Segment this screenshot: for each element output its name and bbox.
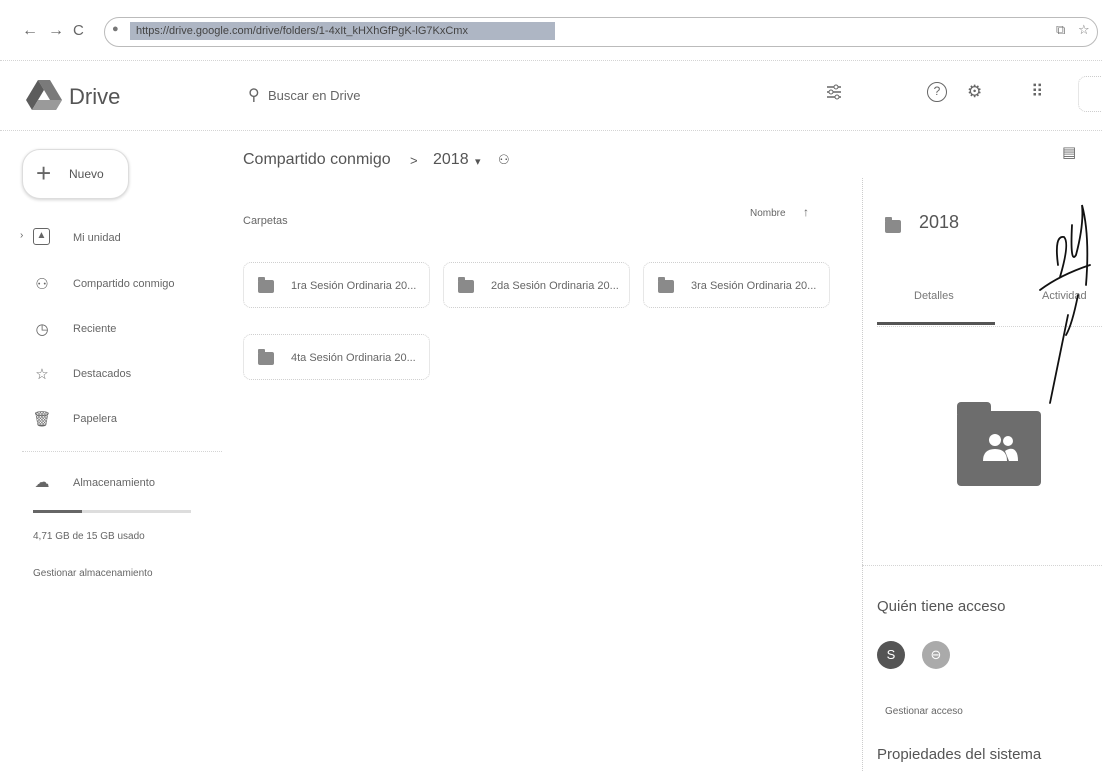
drive-icon: ▲ [33, 228, 50, 245]
panel-folder-icon [885, 217, 901, 233]
folder-icon [658, 277, 674, 293]
handwritten-signature [1039, 204, 1091, 404]
storage-bar-fill [33, 510, 82, 513]
bookmark-star-icon[interactable]: ☆ [1078, 22, 1090, 38]
sidebar-item-shared[interactable]: ⚇ Compartido conmigo [20, 272, 220, 296]
breadcrumb-separator-icon: > [410, 153, 418, 168]
active-tab-indicator [877, 322, 995, 325]
url-text[interactable]: https://drive.google.com/drive/folders/1… [130, 22, 555, 40]
shared-folder-preview [957, 402, 1041, 486]
new-button-label: Nuevo [69, 167, 104, 181]
search-icon[interactable]: ⚲ [248, 85, 260, 105]
site-info-icon[interactable]: ● [112, 23, 119, 35]
cloud-icon: ☁ [34, 474, 50, 491]
folder-name: 1ra Sesión Ordinaria 20... [291, 280, 417, 292]
folder-card[interactable]: 3ra Sesión Ordinaria 20... [643, 262, 830, 308]
search-input[interactable] [268, 82, 768, 108]
link-icon[interactable]: ⊖ [922, 641, 950, 669]
panel-divider [862, 565, 1102, 566]
settings-icon[interactable]: ⚙ [967, 82, 982, 102]
sidebar-item-my-drive[interactable]: › ▲ Mi unidad [20, 226, 220, 250]
account-button[interactable] [1078, 76, 1102, 112]
sidebar-item-label: Compartido conmigo [73, 278, 175, 290]
people-icon: ⚇ [35, 276, 49, 293]
sidebar-item-label: Papelera [73, 413, 118, 425]
shared-people-icon [983, 434, 1018, 461]
manage-access-button[interactable]: Gestionar acceso [885, 706, 963, 717]
folder-icon [458, 277, 474, 293]
back-icon[interactable]: ← [22, 22, 38, 40]
storage-bar [33, 510, 191, 513]
folder-name: 3ra Sesión Ordinaria 20... [691, 280, 817, 292]
storage-used-text: 4,71 GB de 15 GB usado [33, 531, 145, 542]
folder-card[interactable]: 1ra Sesión Ordinaria 20... [243, 262, 430, 308]
sidebar-item-storage[interactable]: ☁ Almacenamiento [20, 471, 220, 495]
share-icon[interactable]: ⧉ [1056, 22, 1065, 38]
sidebar-divider [22, 451, 222, 452]
sidebar-item-label: Almacenamiento [73, 477, 155, 489]
folder-icon [258, 349, 274, 365]
sort-by-name-button[interactable]: Nombre [750, 208, 786, 219]
plus-icon: + [36, 158, 52, 188]
folder-name: 4ta Sesión Ordinaria 20... [291, 352, 416, 364]
details-title: 2018 [919, 212, 960, 232]
details-panel-border [862, 178, 863, 771]
breadcrumb-current[interactable]: 2018 [433, 151, 469, 169]
avatar[interactable]: S [877, 641, 905, 669]
access-section-title: Quién tiene acceso [877, 598, 1006, 615]
sidebar-item-label: Reciente [73, 323, 117, 335]
breadcrumb-root[interactable]: Compartido conmigo [243, 151, 391, 169]
folders-section-label: Carpetas [243, 215, 288, 227]
header-bottom-divider [0, 130, 1102, 131]
system-properties-title: Propiedades del sistema [877, 746, 1042, 763]
folder-icon [258, 277, 274, 293]
sidebar-item-recent[interactable]: ◷ Reciente [20, 317, 220, 341]
expand-arrow-icon[interactable]: › [20, 230, 23, 241]
sort-arrow-icon[interactable]: ↑ [803, 205, 809, 219]
folder-name: 2da Sesión Ordinaria 20... [491, 280, 619, 292]
apps-grid-icon[interactable]: ⠿ [1031, 82, 1043, 102]
help-icon[interactable]: ? [927, 82, 947, 102]
sidebar-item-starred[interactable]: ☆ Destacados [20, 362, 220, 386]
clock-icon: ◷ [35, 321, 49, 338]
folder-card[interactable]: 4ta Sesión Ordinaria 20... [243, 334, 430, 380]
reload-icon[interactable]: C [73, 22, 84, 39]
sidebar-item-label: Mi unidad [73, 232, 121, 244]
drive-logo-icon[interactable] [26, 80, 62, 110]
chevron-down-icon[interactable]: ▾ [475, 155, 481, 168]
drive-logo-text[interactable]: Drive [69, 84, 120, 110]
header-divider [0, 60, 1102, 61]
forward-icon[interactable]: → [48, 22, 64, 40]
sidebar-item-trash[interactable]: 🗑 Papelera [20, 407, 220, 431]
list-view-icon[interactable]: ▤ [1062, 143, 1076, 161]
search-options-icon[interactable] [823, 81, 845, 103]
shared-people-icon: ⚇ [498, 152, 510, 167]
folder-card[interactable]: 2da Sesión Ordinaria 20... [443, 262, 630, 308]
manage-storage-link[interactable]: Gestionar almacenamiento [33, 568, 153, 579]
tab-details[interactable]: Detalles [914, 290, 954, 302]
trash-icon: 🗑 [32, 411, 52, 428]
sidebar-item-label: Destacados [73, 368, 132, 380]
star-icon: ☆ [35, 366, 49, 383]
